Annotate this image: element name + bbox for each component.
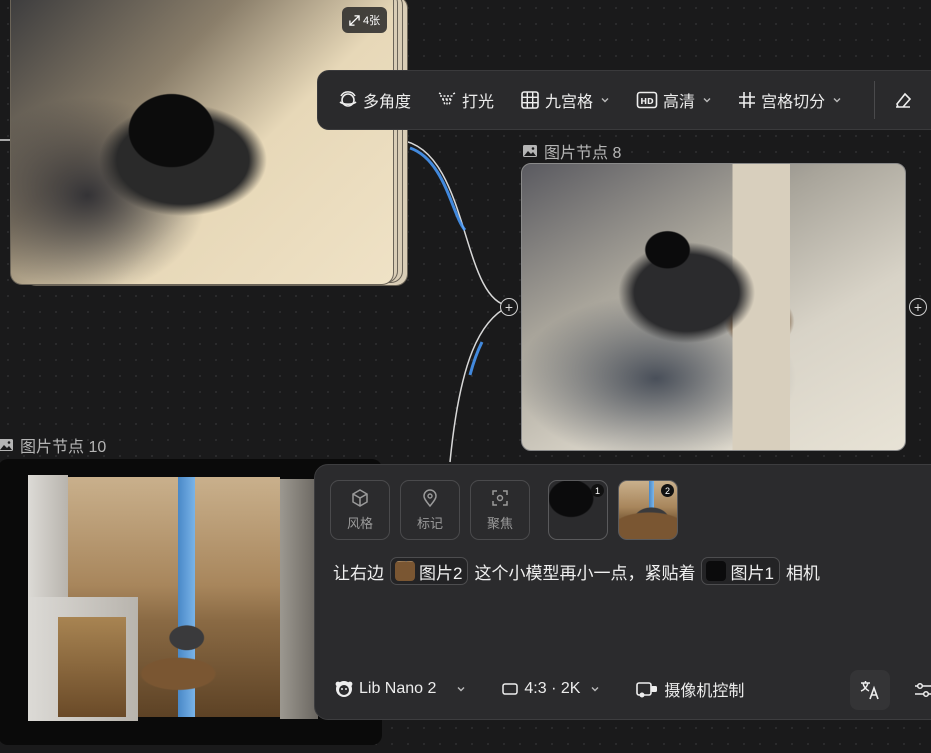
chip-thumbnail — [395, 561, 415, 581]
prompt-part-1: 让右边 — [333, 563, 384, 583]
translate-icon — [860, 681, 879, 700]
chevron-down-icon — [833, 98, 841, 103]
connector-highlight-segment-2 — [468, 341, 484, 376]
sliders-icon — [915, 682, 931, 698]
reference-image-1[interactable]: 1 — [548, 480, 608, 540]
node10-header: 图片节点 10 — [0, 433, 106, 457]
generation-settings-bar: Lib Nano 2 4:3 · 2K 摄像机控制 — [335, 677, 744, 701]
chevron-down-icon — [457, 687, 465, 692]
lighting-icon — [438, 92, 456, 106]
connector-node10-to-node8 — [449, 305, 510, 463]
stack-card-front-camera-photo — [10, 0, 394, 285]
expand-icon — [349, 14, 360, 26]
tool-nine-grid-dropdown[interactable]: 九宫格 — [520, 82, 610, 118]
node8-header: 图片节点 8 — [522, 139, 621, 163]
chip-label: 图片2 — [419, 563, 463, 583]
hd-icon: HD — [636, 91, 658, 109]
focus-icon — [492, 490, 508, 506]
tool-label: 打光 — [462, 94, 495, 111]
reference-number: 1 — [591, 484, 604, 497]
reference-number: 2 — [661, 484, 674, 497]
chip-thumbnail — [706, 561, 727, 581]
focus-label: 聚焦 — [486, 516, 513, 531]
node8-output-port[interactable]: + — [909, 298, 927, 316]
translate-button[interactable] — [850, 670, 890, 710]
connector-highlight-segment — [409, 146, 467, 231]
chip-label: 图片1 — [730, 563, 774, 583]
multi-angle-icon — [339, 91, 357, 107]
image-node-8[interactable] — [521, 163, 906, 451]
toolbar-divider — [874, 81, 876, 119]
prompt-panel: 风格 标记 聚焦 1 2 让右边 图片2 这个小模型再小一点，紧贴着 图片1 相… — [314, 464, 931, 720]
style-label: 风格 — [346, 516, 373, 531]
prompt-part-2: 这个小模型再小一点，紧贴着 — [474, 563, 696, 583]
pin-icon — [423, 489, 437, 508]
tool-lighting-button[interactable]: 打光 — [437, 82, 494, 118]
image-count-text: 4张 — [363, 15, 381, 27]
aspect-ratio-value: 4:3 · 2K — [524, 680, 581, 697]
grid-split-icon — [739, 92, 756, 108]
svg-text:HD: HD — [640, 97, 654, 106]
chevron-down-icon — [703, 98, 711, 103]
prompt-part-3: 相机 — [785, 563, 820, 583]
tool-label: 高清 — [663, 94, 696, 111]
prompt-image-chip-2[interactable]: 图片2 — [390, 557, 469, 585]
camera-control-button[interactable]: 摄像机控制 — [636, 677, 744, 701]
room-model-right-wall — [280, 479, 318, 719]
image-tools-toolbar: 多角度 打光 九宫格 HD 高清 宫格切分 — [317, 70, 931, 130]
mark-button[interactable]: 标记 — [400, 480, 460, 540]
prompt-image-chip-1[interactable]: 图片1 — [701, 557, 780, 585]
tool-eraser-button[interactable] — [893, 82, 913, 118]
model-name: Lib Nano 2 — [359, 680, 437, 697]
tool-multi-angle-button[interactable]: 多角度 — [338, 82, 411, 118]
tool-hd-dropdown[interactable]: HD 高清 — [636, 82, 712, 118]
eraser-icon — [896, 92, 912, 108]
prompt-text[interactable]: 让右边 图片2 这个小模型再小一点，紧贴着 图片1 相机 — [333, 557, 820, 585]
cube-icon — [352, 489, 368, 507]
camera-control-icon — [636, 682, 658, 698]
node8-title: 图片节点 8 — [544, 145, 622, 162]
camera-control-label: 摄像机控制 — [664, 683, 745, 700]
room-model-doorway — [58, 617, 126, 717]
grid-icon — [521, 91, 539, 109]
image-count-badge[interactable]: 4张 — [342, 7, 388, 33]
aspect-ratio-selector[interactable]: 4:3 · 2K — [502, 680, 600, 698]
tool-label: 宫格切分 — [761, 94, 826, 111]
tool-label: 多角度 — [363, 94, 412, 111]
tool-grid-split-dropdown[interactable]: 宫格切分 — [738, 82, 842, 118]
style-button[interactable]: 风格 — [330, 480, 390, 540]
node8-input-port[interactable]: + — [500, 298, 518, 316]
settings-sliders-button[interactable] — [903, 670, 931, 710]
node10-title: 图片节点 10 — [20, 439, 107, 456]
aspect-ratio-icon — [502, 683, 519, 695]
image-icon — [0, 439, 13, 451]
chevron-down-icon — [601, 98, 609, 103]
mark-label: 标记 — [416, 516, 443, 531]
tool-label: 九宫格 — [545, 94, 594, 111]
image-icon — [523, 145, 537, 157]
connector-stack-to-node8 — [399, 139, 510, 307]
model-avatar-icon — [335, 681, 353, 697]
focus-button[interactable]: 聚焦 — [470, 480, 530, 540]
chevron-down-icon — [591, 687, 599, 692]
reference-image-2[interactable]: 2 — [618, 480, 678, 540]
model-selector[interactable]: Lib Nano 2 — [335, 680, 466, 698]
